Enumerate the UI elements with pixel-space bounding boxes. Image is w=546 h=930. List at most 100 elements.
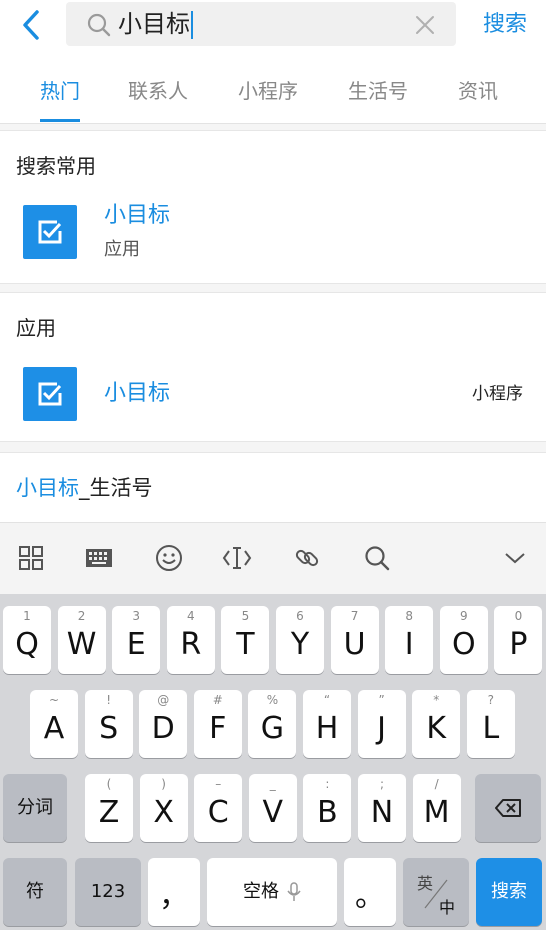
key-s[interactable]: ! S (84, 690, 133, 758)
key-c[interactable]: – C (194, 774, 243, 842)
key-y[interactable]: 6Y (276, 606, 324, 674)
key-label: Q (15, 627, 39, 662)
frequent-section: 搜索常用 小目标 应用 (0, 130, 546, 284)
app-type-tag: 小程序 (472, 384, 523, 404)
key-r[interactable]: 4R (166, 606, 215, 674)
key-label: N (370, 795, 394, 830)
key-g[interactable]: % G (248, 690, 297, 758)
search-button[interactable]: 搜索 (470, 8, 540, 42)
key-label: B (317, 795, 338, 830)
key-hint: 7 (350, 609, 359, 623)
key-hint: 1 (23, 609, 31, 623)
space-key-label: 空格 (243, 881, 279, 902)
key-hint: ~ (48, 693, 60, 707)
key-hint: “ (323, 693, 331, 707)
key-label: A (43, 711, 65, 746)
chevron-left-icon (23, 10, 39, 40)
symbol-key[interactable]: 符 (3, 858, 67, 926)
slash-divider (424, 879, 448, 909)
backspace-key[interactable] (475, 774, 541, 842)
link-icon[interactable] (292, 543, 322, 573)
app-name: 小目标 (104, 381, 171, 406)
app-icon (23, 205, 77, 259)
checkbox-icon (38, 220, 62, 244)
key-m[interactable]: / M (412, 774, 461, 842)
key-label: W (66, 627, 97, 662)
key-label: J (377, 711, 387, 746)
keyboard-icon[interactable] (84, 543, 114, 573)
key-hint: 8 (405, 609, 413, 623)
key-label: S (99, 711, 119, 746)
tab-life-accounts[interactable]: 生活号 (348, 76, 408, 122)
section-title: 搜索常用 (16, 154, 96, 178)
key-label: E (126, 627, 146, 662)
key-u[interactable]: 7U (330, 606, 379, 674)
key-t[interactable]: 5T (221, 606, 270, 674)
key-f[interactable]: # F (193, 690, 242, 758)
apps-section: 应用 小目标 小程序 (0, 292, 546, 442)
key-hint: ? (487, 693, 494, 707)
emoji-icon[interactable] (154, 543, 184, 573)
key-label: P (509, 627, 528, 662)
key-n[interactable]: ; N (358, 774, 406, 842)
key-o[interactable]: 9O (439, 606, 488, 674)
search-input-value: 小目标 (118, 8, 193, 40)
app-name: 小目标 (104, 203, 171, 228)
back-button[interactable] (14, 8, 48, 42)
grid-icon[interactable] (16, 543, 46, 573)
tab-hot[interactable]: 热门 (40, 76, 80, 122)
key-label: C (207, 795, 229, 830)
key-z[interactable]: (Z (85, 774, 133, 842)
key-a[interactable]: ~ A (30, 690, 78, 758)
fenci-key[interactable]: 分词 (3, 774, 67, 842)
key-i[interactable]: 8I (385, 606, 434, 674)
keyboard-toolbar (0, 522, 546, 594)
key-hint: # (212, 693, 223, 707)
key-v[interactable]: _ V (248, 774, 297, 842)
key-hint: 9 (459, 609, 468, 623)
key-hint: @ (157, 693, 170, 707)
search-screen: 小目标 搜索 热门 联系人 小程序 生活号 资讯 搜索常用 小目标 应用 应用 … (0, 0, 546, 930)
key-hint: 0 (514, 609, 523, 623)
key-label: X (153, 795, 174, 830)
backspace-icon (495, 799, 521, 817)
go-search-key[interactable]: 搜索 (476, 858, 542, 926)
chevron-down-icon[interactable] (500, 543, 530, 573)
key-label: K (426, 711, 447, 746)
key-label: U (343, 627, 366, 662)
tab-news[interactable]: 资讯 (458, 76, 498, 122)
key-label: Z (98, 795, 120, 830)
key-x[interactable]: ) X (139, 774, 188, 842)
search-icon[interactable] (362, 543, 392, 573)
key-label: G (260, 711, 285, 746)
key-e[interactable]: 3E (112, 606, 161, 674)
key-j[interactable]: ” J (357, 690, 406, 758)
cursor-icon[interactable] (222, 543, 252, 573)
key-w[interactable]: 2W (57, 606, 106, 674)
period-key[interactable]: 。 (344, 858, 396, 926)
comma-key[interactable]: ， (148, 858, 200, 926)
key-k[interactable]: * K (412, 690, 461, 758)
fenci-key-label: 分词 (17, 797, 53, 818)
checkbox-icon (38, 382, 62, 406)
language-switch-key[interactable]: 英中 (403, 858, 469, 926)
key-h[interactable]: “H (303, 690, 351, 758)
search-input[interactable]: 小目标 (66, 2, 456, 46)
space-key[interactable]: 空格 (207, 858, 337, 926)
key-hint: ) (161, 777, 166, 791)
key-d[interactable]: @ D (139, 690, 188, 758)
life-section[interactable]: 小目标_生活号 (0, 452, 546, 524)
key-b[interactable]: :B (303, 774, 352, 842)
key-hint: _ (269, 777, 276, 791)
key-l[interactable]: ? L (466, 690, 515, 758)
key-hint: 5 (241, 609, 250, 623)
key-label: D (151, 711, 175, 746)
clear-icon[interactable] (414, 14, 436, 36)
key-label: T (236, 627, 255, 662)
key-p[interactable]: 0P (494, 606, 543, 674)
tab-mini-programs[interactable]: 小程序 (238, 76, 298, 122)
key-q[interactable]: 1Q (3, 606, 51, 674)
tab-contacts[interactable]: 联系人 (128, 76, 188, 122)
key-label: F (209, 711, 227, 746)
numbers-key[interactable]: 123 (75, 858, 141, 926)
